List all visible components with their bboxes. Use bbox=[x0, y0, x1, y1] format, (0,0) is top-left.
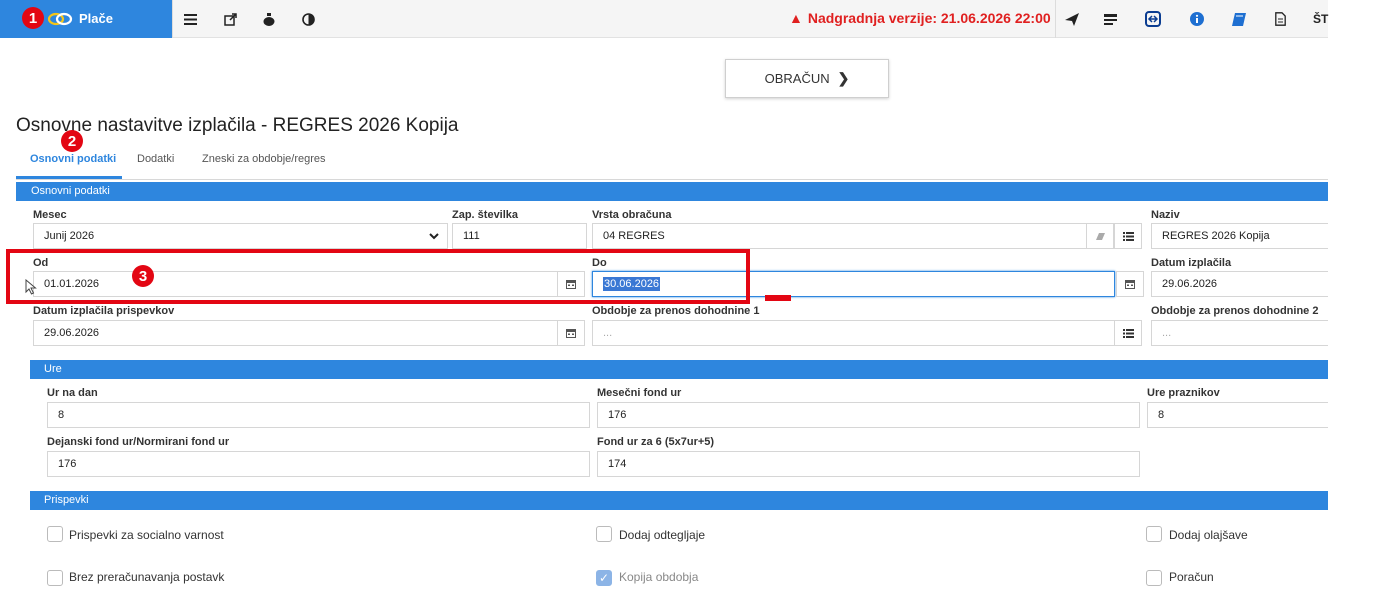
tab-zneski-za-obdobje[interactable]: Zneski za obdobje/regres bbox=[202, 153, 326, 165]
obracun-button-label: OBRAČUN bbox=[764, 71, 830, 86]
ure-praznikov-label: Ure praznikov bbox=[1147, 387, 1220, 399]
fond-za-6-label: Fond ur za 6 (5x7ur+5) bbox=[597, 436, 715, 448]
checkmark-icon: ✓ bbox=[598, 571, 610, 585]
mesec-select[interactable]: Junij 2026 bbox=[33, 223, 448, 249]
datum-izplacila-prispevkov-label: Datum izplačila prispevkov bbox=[33, 305, 175, 317]
teamviewer-icon[interactable] bbox=[1143, 9, 1163, 29]
external-link-icon[interactable] bbox=[220, 9, 240, 29]
dejanski-fond-field[interactable]: 176 bbox=[47, 451, 590, 477]
page-title: Osnovne nastavitve izplačila - REGRES 20… bbox=[16, 115, 459, 136]
naziv-field[interactable]: REGRES 2026 Kopija bbox=[1151, 223, 1328, 249]
top-toolbar: Plače 1 ▲ Nadgradnja verzije: 21.06.2026… bbox=[0, 0, 1328, 38]
section-header-osnovni: Osnovni podatki bbox=[16, 182, 1328, 201]
callout-badge-2: 2 bbox=[61, 130, 83, 152]
kopija-obdobja-label: Kopija obdobja bbox=[619, 570, 699, 584]
news-icon[interactable] bbox=[1100, 9, 1120, 29]
tab-osnovni-podatki[interactable]: Osnovni podatki bbox=[30, 153, 116, 165]
chevron-down-icon bbox=[429, 224, 439, 248]
tab-dodatki[interactable]: Dodatki bbox=[137, 153, 174, 165]
callout-badge-1: 1 bbox=[22, 7, 44, 29]
vrsta-obracuna-field[interactable]: 04 REGRES bbox=[592, 223, 1087, 249]
mesecni-fond-label: Mesečni fond ur bbox=[597, 387, 682, 399]
document-icon[interactable] bbox=[1270, 9, 1290, 29]
dodaj-odtegljaje-label: Dodaj odtegljaje bbox=[619, 528, 706, 542]
dodaj-olajsave-checkbox[interactable] bbox=[1146, 526, 1162, 542]
poracun-label: Poračun bbox=[1169, 570, 1214, 584]
highlight-rectangle bbox=[6, 249, 750, 304]
ure-praznikov-field[interactable]: 8 bbox=[1147, 402, 1328, 428]
dejanski-fond-label: Dejanski fond ur/Normirani fond ur bbox=[47, 436, 230, 448]
list-picker-icon[interactable] bbox=[1114, 223, 1142, 249]
datum-izplacila-prispevkov-field[interactable]: 29.06.2026 bbox=[33, 320, 558, 346]
fond-za-6-field[interactable]: 174 bbox=[597, 451, 1140, 477]
zap-stevilka-field[interactable]: 111 bbox=[452, 223, 587, 249]
send-icon[interactable] bbox=[1062, 9, 1082, 29]
poracun-checkbox[interactable] bbox=[1146, 570, 1162, 586]
mesec-value: Junij 2026 bbox=[44, 230, 95, 242]
tab-divider bbox=[16, 179, 1328, 180]
vrsta-obracuna-label: Vrsta obračuna bbox=[592, 209, 672, 221]
dodaj-odtegljaje-checkbox[interactable] bbox=[596, 526, 612, 542]
section-header-prispevki: Prispevki bbox=[30, 491, 1328, 510]
calendar-icon[interactable] bbox=[1116, 271, 1144, 297]
ur-na-dan-label: Ur na dan bbox=[47, 387, 98, 399]
warning-icon: ▲ bbox=[789, 10, 803, 26]
datum-izplacila-field[interactable]: 29.06.2026 bbox=[1151, 271, 1328, 297]
active-tab-indicator bbox=[16, 176, 122, 179]
obdobje-prenos-1-label: Obdobje za prenos dohodnine 1 bbox=[592, 305, 760, 317]
obdobje-prenos-2-label: Obdobje za prenos dohodnine 2 bbox=[1151, 305, 1319, 317]
chevron-right-icon: ❯ bbox=[837, 70, 850, 86]
brez-preracunavanja-checkbox[interactable] bbox=[47, 570, 63, 586]
contrast-icon[interactable] bbox=[298, 9, 318, 29]
info-icon[interactable] bbox=[1187, 9, 1207, 29]
app-logo-icon bbox=[47, 12, 73, 26]
obdobje-prenos-2-field[interactable]: ... bbox=[1151, 320, 1328, 346]
brez-preracunavanja-label: Brez preračunavanja postavk bbox=[69, 570, 225, 584]
ur-na-dan-field[interactable]: 8 bbox=[47, 402, 590, 428]
dodaj-olajsave-label: Dodaj olajšave bbox=[1169, 528, 1248, 542]
money-bag-icon[interactable] bbox=[259, 9, 279, 29]
zap-stevilka-label: Zap. številka bbox=[452, 209, 519, 221]
app-name: Plače bbox=[79, 11, 113, 26]
eraser-icon[interactable] bbox=[1086, 223, 1114, 249]
section-header-ure: Ure bbox=[30, 360, 1328, 379]
highlight-marker bbox=[765, 295, 791, 301]
mesecni-fond-field[interactable]: 176 bbox=[597, 402, 1140, 428]
obdobje-prenos-1-field[interactable]: ... bbox=[592, 320, 1115, 346]
obracun-button[interactable]: OBRAČUN ❯ bbox=[725, 59, 889, 98]
upgrade-notice: ▲ Nadgradnja verzije: 21.06.2026 22:00 bbox=[789, 10, 1051, 26]
mouse-cursor-icon bbox=[25, 278, 37, 298]
toolbar-divider bbox=[172, 0, 173, 38]
mesec-label: Mesec bbox=[33, 209, 67, 221]
book-icon[interactable] bbox=[1229, 9, 1249, 29]
list-icon[interactable] bbox=[180, 9, 200, 29]
upgrade-notice-text: Nadgradnja verzije: 21.06.2026 22:00 bbox=[807, 10, 1051, 26]
callout-badge-3: 3 bbox=[132, 265, 154, 287]
datum-izplacila-label: Datum izplačila bbox=[1151, 257, 1232, 269]
toolbar-divider bbox=[1055, 0, 1056, 38]
prispevki-socialno-label: Prispevki za socialno varnost bbox=[69, 528, 224, 542]
calendar-icon[interactable] bbox=[557, 320, 585, 346]
prispevki-socialno-checkbox[interactable] bbox=[47, 526, 63, 542]
list-picker-icon[interactable] bbox=[1114, 320, 1142, 346]
kopija-obdobja-checkbox[interactable]: ✓ bbox=[596, 570, 612, 586]
naziv-label: Naziv bbox=[1151, 209, 1180, 221]
toolbar-overflow-label[interactable]: ŠT bbox=[1313, 12, 1328, 26]
